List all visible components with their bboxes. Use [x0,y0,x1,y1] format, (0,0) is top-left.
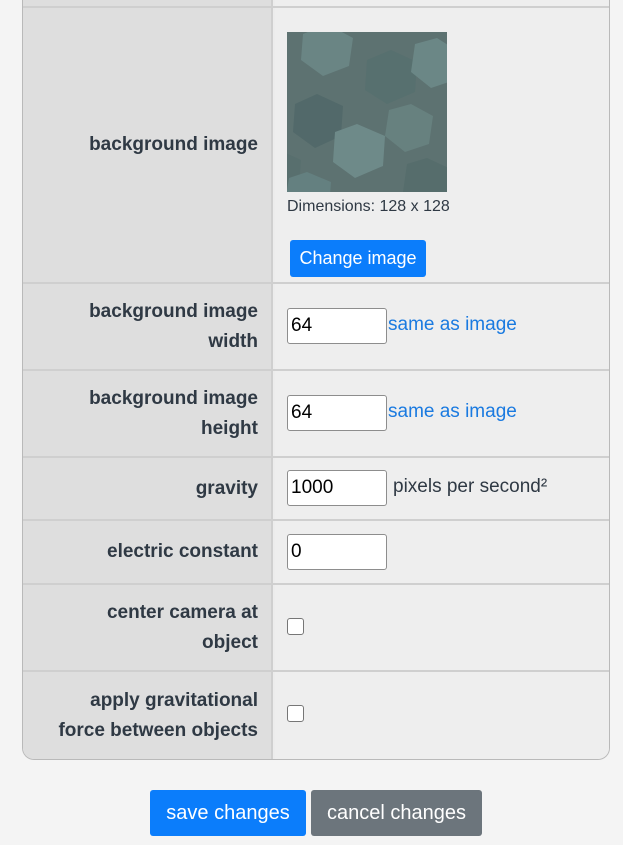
gravity-input[interactable] [287,470,387,506]
settings-row-previous [23,0,609,8]
background-image-width-label: background image width [89,300,258,352]
electric-constant-label: electric constant [107,541,258,562]
background-image-preview [287,32,447,192]
settings-row-background-image-width: background imagewidth same as image [23,284,609,371]
cancel-changes-button[interactable]: cancel changes [311,790,482,836]
settings-row-center-camera: center camera at object [23,585,609,672]
settings-row-background-image-height: background imageheight same as image [23,371,609,458]
background-image-height-label: background image height [89,387,258,439]
settings-row-electric-constant: electric constant [23,521,609,585]
width-same-as-image-link[interactable]: same as image [388,314,517,336]
height-same-as-image-link[interactable]: same as image [388,401,517,423]
hexagon-pattern-image [287,32,447,192]
background-image-height-input[interactable] [287,395,387,431]
settings-panel: background image Dimensions: 128 x 128 C… [22,0,610,760]
change-image-button[interactable]: Change image [290,240,426,277]
settings-row-apply-gravitational-force: apply gravitational force between objects [23,672,609,759]
gravity-label: gravity [195,477,258,499]
gravity-unit: pixels per second² [393,476,548,497]
center-camera-label: center camera at object [106,601,258,653]
image-dimensions: Dimensions: 128 x 128 [287,198,450,215]
background-image-label: background image [89,134,258,155]
apply-gravitational-force-label: apply gravitational force between objects [58,689,258,741]
settings-row-background-image: background image Dimensions: 128 x 128 C… [23,8,609,284]
save-changes-button[interactable]: save changes [150,790,306,836]
center-camera-checkbox[interactable] [287,618,304,635]
apply-gravitational-force-checkbox[interactable] [287,705,304,722]
settings-row-gravity: gravity pixels per second² [23,458,609,521]
electric-constant-input[interactable] [287,534,387,570]
background-image-width-input[interactable] [287,308,387,344]
